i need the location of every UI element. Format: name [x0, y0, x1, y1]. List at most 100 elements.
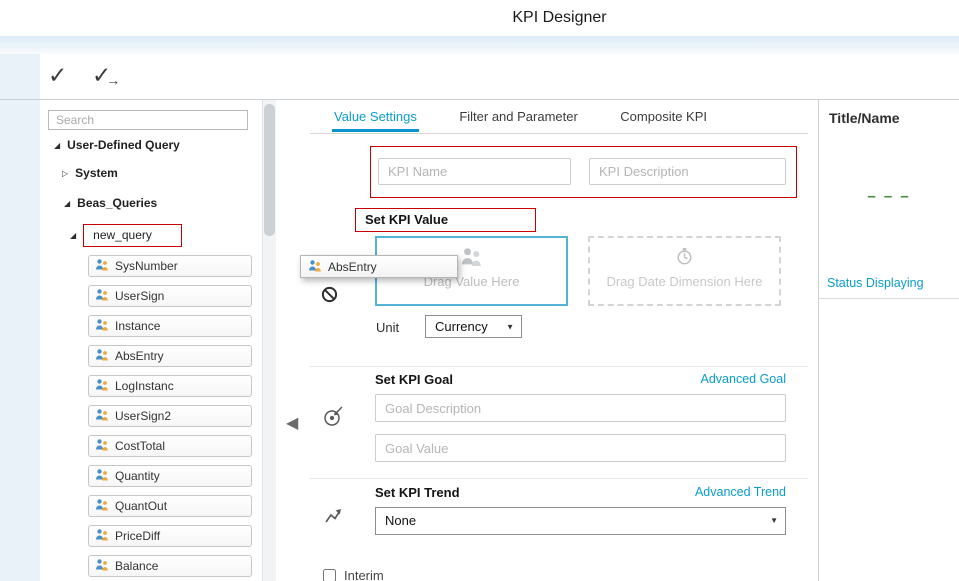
dimension-member-icon: [308, 259, 322, 275]
tree-node-system[interactable]: ▷ System: [62, 166, 118, 180]
tree-node-label: Beas_Queries: [77, 196, 157, 210]
sidebar-field-label: LogInstanc: [115, 379, 174, 393]
unit-label: Unit: [376, 320, 399, 335]
goal-description-input[interactable]: [375, 394, 786, 422]
tab-bar: Value Settings Filter and Parameter Comp…: [310, 100, 808, 134]
preview-title: Title/Name: [829, 110, 900, 126]
tree-node-user-defined-query[interactable]: ◢ User-Defined Query: [54, 138, 180, 152]
tree-node-label-highlighted[interactable]: new_query: [83, 224, 182, 247]
confirm-and-continue-button[interactable]: ✓→: [92, 60, 120, 93]
dimension-member-icon: [95, 438, 109, 454]
check-icon: ✓: [48, 62, 67, 88]
set-kpi-goal-title: Set KPI Goal: [375, 372, 453, 387]
sidebar-field-item[interactable]: UserSign: [88, 285, 252, 307]
dimension-member-icon: [95, 318, 109, 334]
dimension-member-icon: [95, 288, 109, 304]
kpi-name-input[interactable]: [378, 158, 571, 185]
toolbar: ✓ ✓→: [40, 54, 959, 99]
chevron-down-icon: ▼: [506, 316, 514, 337]
dragged-field-label: AbsEntry: [328, 260, 377, 274]
drag-date-hint: Drag Date Dimension Here: [590, 274, 779, 289]
status-displaying-link[interactable]: Status Displaying: [827, 276, 924, 290]
sidebar-field-item[interactable]: Instance: [88, 315, 252, 337]
stopwatch-icon: [675, 247, 694, 271]
date-dimension-drop-zone[interactable]: Drag Date Dimension Here: [588, 236, 781, 306]
trend-arrow-icon: [323, 506, 343, 531]
left-margin-strip: [0, 54, 40, 581]
section-divider: [310, 366, 808, 367]
dimension-member-icon: [95, 258, 109, 274]
kpi-description-input[interactable]: [589, 158, 786, 185]
confirm-button[interactable]: ✓: [48, 60, 67, 90]
sidebar-field-label: UserSign2: [115, 409, 171, 423]
sidebar-field-label: Instance: [115, 319, 160, 333]
dimension-member-icon: [95, 558, 109, 574]
query-field-list: SysNumber UserSign Instance: [88, 255, 252, 581]
dimension-member-icon: [95, 348, 109, 364]
trend-select[interactable]: None ▼: [375, 507, 786, 535]
sidebar-scrollbar-thumb[interactable]: [264, 104, 275, 236]
tree-node-label: User-Defined Query: [67, 138, 180, 152]
interim-label: Interim: [344, 568, 384, 581]
sidebar-field-item[interactable]: Balance: [88, 555, 252, 577]
kpi-designer-window: KPI Designer ✓ ✓→ ◢ User-Defined Query ▷ S…: [0, 0, 959, 581]
collapse-panel-arrow[interactable]: ◀: [286, 413, 298, 433]
sidebar-field-label: QuantOut: [115, 499, 167, 513]
sidebar-field-item[interactable]: PriceDiff: [88, 525, 252, 547]
preview-panel-divider: [819, 298, 959, 299]
tab-filter-and-parameter[interactable]: Filter and Parameter: [457, 100, 580, 132]
sidebar-field-label: SysNumber: [115, 259, 178, 273]
sidebar-scrollbar[interactable]: [262, 100, 276, 581]
measure-icon: [460, 247, 483, 271]
dimension-member-icon: [95, 498, 109, 514]
sidebar-field-label: CostTotal: [115, 439, 165, 453]
sidebar-field-item[interactable]: CostTotal: [88, 435, 252, 457]
tree-node-label: System: [75, 166, 118, 180]
expand-arrow-icon[interactable]: ◢: [54, 141, 60, 150]
arrow-right-icon: →: [106, 72, 120, 88]
query-sidebar: ◢ User-Defined Query ▷ System ◢ Beas_Querie…: [40, 100, 276, 581]
sidebar-field-item[interactable]: SysNumber: [88, 255, 252, 277]
set-kpi-trend-title: Set KPI Trend: [375, 485, 460, 500]
unit-selected-value: Currency: [435, 319, 488, 334]
sidebar-field-label: Quantity: [115, 469, 160, 483]
sidebar-field-item[interactable]: UserSign2: [88, 405, 252, 427]
sidebar-field-label: UserSign: [115, 289, 164, 303]
preview-panel: Title/Name – – – Status Displaying: [818, 100, 959, 581]
sidebar-field-label: AbsEntry: [115, 349, 164, 363]
page-title: KPI Designer: [160, 0, 959, 36]
dragged-field-chip[interactable]: AbsEntry: [300, 255, 458, 278]
expand-arrow-icon[interactable]: ◢: [64, 199, 70, 208]
drag-not-allowed-icon: [321, 286, 338, 308]
kpi-editor-panel: Value Settings Filter and Parameter Comp…: [310, 100, 808, 581]
dimension-member-icon: [95, 468, 109, 484]
dimension-member-icon: [95, 378, 109, 394]
dimension-member-icon: [95, 408, 109, 424]
advanced-goal-link[interactable]: Advanced Goal: [701, 372, 786, 386]
tab-composite-kpi[interactable]: Composite KPI: [618, 100, 709, 132]
preview-value-placeholder: – – –: [819, 188, 959, 205]
sidebar-field-item[interactable]: LogInstanc: [88, 375, 252, 397]
expand-arrow-icon[interactable]: ◢: [70, 231, 76, 240]
tree-node-beas-queries[interactable]: ◢ Beas_Queries: [64, 196, 157, 210]
unit-select[interactable]: Currency ▼: [425, 315, 522, 338]
goal-value-input[interactable]: [375, 434, 786, 462]
sidebar-field-item[interactable]: QuantOut: [88, 495, 252, 517]
tab-value-settings[interactable]: Value Settings: [332, 100, 419, 132]
interim-option: Interim: [323, 568, 384, 581]
chevron-down-icon: ▼: [770, 508, 778, 534]
sidebar-field-label: Balance: [115, 559, 158, 573]
dimension-member-icon: [95, 528, 109, 544]
sidebar-field-label: PriceDiff: [115, 529, 160, 543]
sidebar-field-item[interactable]: AbsEntry: [88, 345, 252, 367]
section-divider: [310, 478, 808, 479]
interim-checkbox[interactable]: [323, 569, 336, 581]
set-kpi-value-label: Set KPI Value: [355, 208, 536, 232]
kpi-name-highlight-group: [370, 146, 797, 198]
collapse-arrow-icon[interactable]: ▷: [62, 169, 68, 178]
sidebar-field-item[interactable]: Quantity: [88, 465, 252, 487]
trend-selected-value: None: [385, 513, 416, 528]
advanced-trend-link[interactable]: Advanced Trend: [695, 485, 786, 499]
search-input[interactable]: [48, 110, 248, 130]
tree-node-new-query[interactable]: ◢ new_query: [70, 224, 182, 247]
